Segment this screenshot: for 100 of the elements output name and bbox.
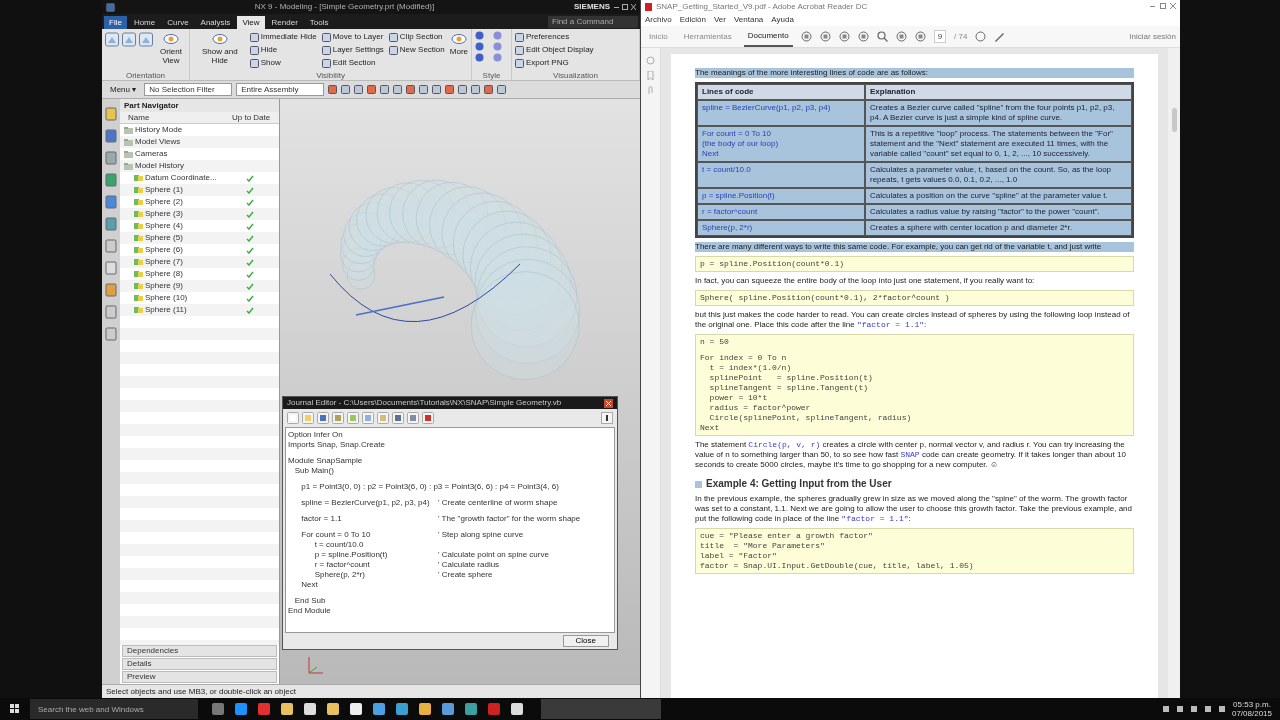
menu-button[interactable]: Menu ▾	[106, 84, 141, 95]
ribbon-tab[interactable]: Analysis	[195, 16, 236, 29]
code-comment: ' The "growth factor" for the worm shape	[438, 514, 581, 524]
ribbon-button[interactable]: Layer Settings	[321, 44, 386, 56]
app-icon[interactable]	[509, 701, 525, 717]
search-field[interactable]: Search the web and Windows	[30, 699, 198, 719]
panel-header[interactable]: Preview	[122, 671, 277, 683]
taskbar-window-thumbnails[interactable]	[541, 699, 661, 719]
page-number-field[interactable]: 9	[933, 30, 947, 43]
toolbar-icon[interactable]	[422, 412, 434, 424]
paperclip-icon[interactable]	[646, 86, 655, 95]
resource-bar-icon[interactable]	[105, 195, 117, 209]
tree-item[interactable]: Datum Coordinate...	[145, 173, 217, 183]
resource-bar-icon[interactable]	[105, 173, 117, 187]
tree-item[interactable]: Sphere (9)	[145, 281, 183, 291]
app-icon[interactable]	[348, 701, 364, 717]
tree-item[interactable]: Sphere (11)	[145, 305, 187, 315]
app-icon[interactable]	[279, 701, 295, 717]
table-cell: spline = BezierCurve(p1, p2, p3, p4)	[697, 100, 865, 126]
search-icon[interactable]	[876, 31, 888, 42]
tab[interactable]: Herramientas	[679, 26, 736, 47]
filter-dropdown[interactable]: No Selection Filter	[144, 83, 233, 96]
app-icon[interactable]	[233, 701, 249, 717]
resource-bar-icon[interactable]	[105, 151, 117, 165]
resource-bar-icon[interactable]	[105, 261, 117, 275]
menu-item[interactable]: Ayuda	[771, 14, 794, 25]
ribbon-button[interactable]: Move to Layer	[321, 31, 386, 43]
app-icon[interactable]	[463, 701, 479, 717]
feature-icon	[134, 222, 143, 230]
tree-item[interactable]: Sphere (3)	[145, 209, 183, 219]
tree-item[interactable]: Sphere (2)	[145, 197, 183, 207]
ribbon-button[interactable]: Immediate Hide	[249, 31, 319, 43]
toolbar-icon[interactable]	[392, 412, 404, 424]
eye-icon	[211, 31, 228, 47]
info-icon[interactable]	[601, 412, 613, 424]
ribbon-button[interactable]: Show and Hide	[193, 31, 247, 71]
app-icon[interactable]	[394, 701, 410, 717]
eye-icon	[450, 31, 467, 47]
pen-icon[interactable]	[994, 31, 1006, 42]
app-icon[interactable]	[440, 701, 456, 717]
ribbon-tab[interactable]: Tools	[304, 16, 334, 29]
tab[interactable]: Documento	[743, 26, 793, 47]
app-icon[interactable]	[417, 701, 433, 717]
tree-item[interactable]: History Mode	[135, 125, 183, 135]
tree-item[interactable]: Model History	[135, 161, 184, 171]
tab[interactable]: Inicio	[645, 26, 672, 47]
resource-bar-icon[interactable]	[105, 217, 117, 231]
tree-item[interactable]: Sphere (7)	[145, 257, 183, 267]
ribbon-tab[interactable]: Home	[128, 16, 161, 29]
app-icon[interactable]	[302, 701, 318, 717]
tree-item[interactable]: Sphere (8)	[145, 269, 183, 279]
tree-item[interactable]: Cameras	[135, 149, 168, 159]
feature-icon	[134, 282, 143, 290]
menu-item[interactable]: Ventana	[733, 14, 764, 25]
resource-bar-icon[interactable]	[105, 129, 117, 143]
ribbon-button[interactable]: More	[449, 31, 468, 71]
paragraph: There are many different ways to write this same code. For example, you can get rid of the variable t, and just write	[695, 242, 1134, 252]
ribbon-button[interactable]: Edit Section	[321, 57, 386, 69]
ribbon-button[interactable]: Edit Object Display	[515, 44, 596, 56]
menu-item[interactable]: Ver	[713, 14, 726, 25]
code-editor[interactable]	[285, 427, 615, 633]
filter-dropdown[interactable]: Entire Assembly	[236, 83, 325, 96]
close-icon[interactable]	[604, 398, 613, 408]
tree-item[interactable]: Model Views	[135, 137, 181, 147]
ribbon-tab[interactable]: Render	[266, 16, 303, 29]
tree-item[interactable]: Sphere (1)	[145, 185, 183, 195]
menu-item[interactable]: Archivo	[645, 14, 672, 25]
ribbon-button[interactable]: Orient View	[156, 31, 186, 71]
navigator-title: Part Navigator	[124, 100, 179, 111]
toolbar-icon[interactable]	[332, 412, 344, 424]
code-line: Circle(splinePoint, splineTangent, radius)	[708, 413, 913, 423]
panel-header[interactable]: Details	[122, 658, 277, 670]
tree-item[interactable]: Sphere (4)	[145, 221, 183, 231]
menu-item[interactable]: Edición	[679, 14, 706, 25]
app-icon[interactable]	[325, 701, 341, 717]
ribbon-tab[interactable]: View	[237, 16, 265, 29]
ribbon-tab[interactable]: Curve	[162, 16, 194, 29]
tree-item[interactable]: Sphere (6)	[145, 245, 183, 255]
ribbon-button[interactable]: Hide	[249, 44, 319, 56]
group-label: Visualization	[553, 71, 598, 80]
toolbar-icon[interactable]	[407, 412, 419, 424]
ribbon-button[interactable]: Show	[249, 57, 319, 69]
ribbon-tab[interactable]: File	[104, 16, 127, 29]
code-line: label = "Factor"	[700, 551, 778, 561]
code-line: Imports Snap, Snap.Create	[288, 440, 385, 450]
sign-in-link[interactable]: Iniciar sesión	[1129, 30, 1176, 43]
ribbon-button[interactable]: New Section	[388, 44, 447, 56]
app-icon[interactable]	[371, 701, 387, 717]
scrollbar-thumb[interactable]	[1171, 108, 1177, 132]
paragraph: but this just makes the code harder to read. You can create circles instead of spheres by using the following loop instead of the original one. Place this code after the line "factor = 1.1":	[695, 310, 1131, 330]
command-finder-field[interactable]: Find a Command	[548, 16, 638, 28]
tree-item[interactable]: Sphere (10)	[145, 293, 188, 303]
tree-item[interactable]: Sphere (5)	[145, 233, 183, 243]
ribbon-button[interactable]: Export PNG	[515, 57, 596, 69]
toolbar-icon[interactable]	[317, 412, 329, 424]
ribbon-button[interactable]: Preferences	[515, 31, 596, 43]
close-button[interactable]: Close	[562, 635, 609, 647]
resource-bar-icon[interactable]	[105, 283, 117, 297]
ribbon-button[interactable]: Clip Section	[388, 31, 447, 43]
panel-header[interactable]: Dependencies	[122, 645, 277, 657]
